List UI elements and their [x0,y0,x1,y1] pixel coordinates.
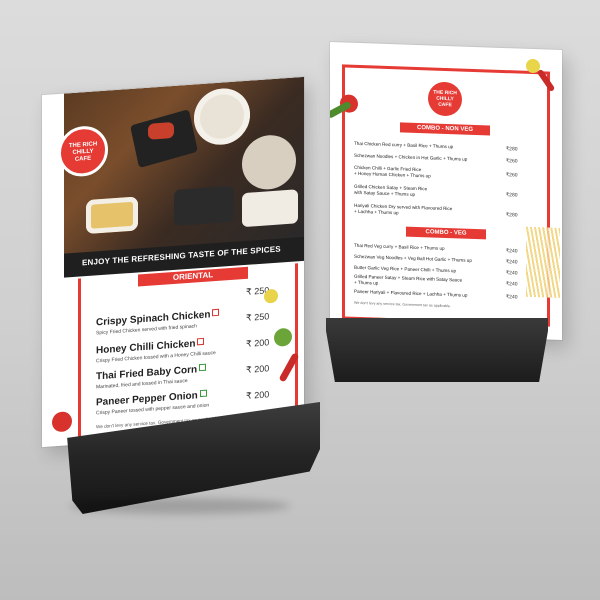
item-price: ₹ 250 [246,311,270,323]
brand-logo: THE RICH CHILLY CAFE [428,81,462,117]
nonveg-mark-icon [197,337,205,346]
brand-subname: CAFE [438,101,452,109]
left-menu-card: THE RICH CHILLY CAFE ENJOY THE REFRESHIN… [42,76,304,448]
item-price: ₹260 [506,158,518,165]
item-price: ₹ 200 [246,363,270,375]
item-price: ₹260 [506,172,518,179]
bowl-image [242,189,298,228]
item-price: ₹ 200 [246,337,270,349]
section-title-veg: COMBO - VEG [425,229,467,237]
item-price: ₹280 [506,146,518,153]
right-menu-card: THE RICH CHILLY CAFE COMBO - NON VEG Tha… [330,41,562,341]
nonveg-list: Thai Chicken Red curry + Basil Rice + Th… [330,42,562,219]
item-price: ₹240 [506,270,518,277]
nonveg-mark-icon [212,308,220,317]
item-price: ₹280 [506,192,518,199]
chicken-image [148,121,174,140]
stand-shadow [70,498,290,514]
veg-mark-icon [199,389,207,398]
bowl-image [86,196,138,235]
section-title-oriental: ORIENTAL [172,270,214,283]
plate-image [242,133,296,192]
item-price: ₹240 [506,281,518,288]
tomato-decoration [52,411,72,433]
item-price: ₹240 [506,294,518,301]
item-price: ₹ 200 [246,389,270,401]
pasta-decoration [526,226,560,298]
product-photo-scene: THE RICH CHILLY CAFE COMBO - NON VEG Tha… [0,0,600,600]
veg-list: Thai Red Veg curry + Basil Rice + Thums … [330,42,562,301]
item-price: ₹240 [506,248,518,255]
plate-image [194,86,250,147]
veg-mark-icon [199,363,207,372]
section-title-nonveg: COMBO - NON VEG [416,124,473,133]
bowl-image [174,185,234,226]
list-item: Grilled Chicken Satay + Steam Rice with … [354,183,428,197]
right-acrylic-stand [326,318,548,382]
item-price: ₹240 [506,259,518,266]
item-price: ₹280 [506,212,518,219]
